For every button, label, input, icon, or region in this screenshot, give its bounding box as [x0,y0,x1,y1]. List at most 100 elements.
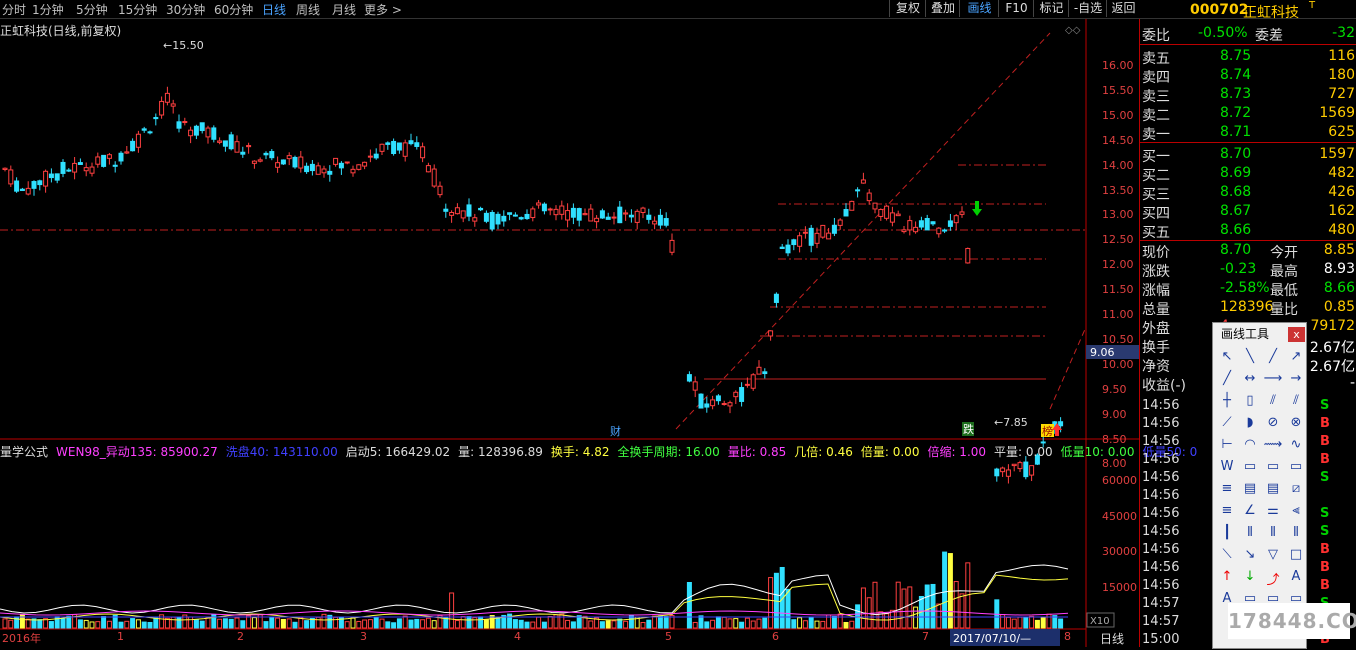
drawing-tool-icon[interactable]: ⟿ [1263,437,1283,455]
drawing-tool-icon[interactable]: ∠ [1240,503,1260,521]
volume-axis-label: 15000 [1102,580,1137,594]
volume-bar [298,617,304,629]
drawing-tool-icon[interactable]: ▤ [1263,481,1283,499]
drawing-tool-icon[interactable]: A [1286,569,1306,587]
period-tab[interactable]: 1分钟 [32,1,64,18]
drawing-tool-icon[interactable]: ┃ [1217,525,1237,543]
period-tab[interactable]: 15分钟 [118,1,157,18]
drawing-tool-icon[interactable]: ⟍ [1217,547,1237,565]
period-tab[interactable]: 30分钟 [166,1,205,18]
drawing-tool-icon[interactable]: ⫷ [1286,503,1306,521]
toolbar-button[interactable]: -自选 [1068,0,1107,17]
toolbar-button[interactable]: F10 [998,0,1034,17]
volume-bar [1017,616,1023,629]
drawing-tool-icon[interactable]: ⊘ [1263,415,1283,433]
price-axis-label: 11.50 [1102,283,1134,297]
kline-chart[interactable]: 跌 榜 财 ←15.50 ←7.85 9.06 ◇◇ 2017/07/10/— … [0,19,1139,647]
indicator-value: 倍量: 0.00 [860,445,920,459]
drawing-tool-icon[interactable]: ∿ [1286,437,1306,455]
drawing-tools-palette[interactable]: 画线工具 x ↖ ╲ ╱ ↗ ╱ ↔ ⟶ → ┼ ▯ ⫽ ⫽ ⟋ ◗ ⊘ ⊗ ⊢ ◠ ⟿ ∿ W ▭ ▭ ▭ ≡ ▤ ▤ ⧄ ≡ ∠ ⚌ ⫷ ┃… [1212,322,1307,649]
drawing-tool-icon[interactable]: ⊗ [1286,415,1306,433]
volume-bar [692,621,698,629]
toolbar-button[interactable]: 返回 [1106,0,1140,17]
volume-bar [414,618,420,629]
period-tab[interactable]: 60分钟 [214,1,253,18]
period-tab[interactable]: 更多 > [364,1,402,18]
close-icon[interactable]: x [1288,327,1305,342]
toolbar-button[interactable]: 叠加 [925,0,960,17]
volume-bar [530,621,536,629]
volume-bar [739,621,745,629]
drawing-tool-icon[interactable]: ⦀ [1240,525,1260,543]
drawing-tool-icon[interactable]: □ [1286,547,1306,565]
volume-bar [141,621,147,629]
drawing-tool-icon[interactable]: ▯ [1240,393,1260,411]
drawing-tool-icon[interactable]: W [1217,459,1237,477]
volume-bar [710,619,716,629]
drawing-tool-icon[interactable]: ▭ [1240,459,1260,477]
volume-bar [657,615,663,629]
candle-body [37,180,43,186]
drawing-tool-icon[interactable]: → [1286,371,1306,389]
drawing-tool-icon[interactable]: ⧄ [1286,481,1306,499]
candle-body [153,117,159,120]
drawing-tool-icon[interactable]: ≡ [1217,481,1237,499]
candle-body [95,156,101,165]
drawing-tool-icon[interactable]: ◠ [1240,437,1260,455]
drawing-tool-icon[interactable]: ⚌ [1263,503,1283,521]
drawing-tool-icon[interactable]: ▤ [1240,481,1260,499]
period-tab[interactable]: 日线 [262,1,286,18]
candle-body [112,164,118,167]
volume-bar [1046,613,1052,629]
drawing-tool-icon[interactable]: ↖ [1217,349,1237,367]
drawing-tool-icon[interactable]: ⫽ [1286,393,1306,411]
drawing-tool-icon[interactable]: ↗ [1286,349,1306,367]
down-arrow-icon [972,201,982,216]
candle-body [576,208,582,221]
toolbar-button[interactable]: 复权 [889,0,926,17]
weibi-row: 委比 -0.50% 委差 -32 [1142,25,1355,44]
drawing-tool-icon[interactable]: ↓ [1240,569,1260,587]
period-tab[interactable]: 周线 [296,1,320,18]
scroll-arrows[interactable]: ◇◇ [1065,25,1081,36]
volume-bar [1040,617,1046,629]
drawing-tool-icon[interactable]: ⊢ [1217,437,1237,455]
drawing-tool-icon[interactable]: ↑ [1217,569,1237,587]
period-tab[interactable]: 月线 [332,1,356,18]
volume-bar [2,618,8,629]
drawing-tool-icon[interactable]: ┼ [1217,393,1237,411]
drawing-tool-icon[interactable]: ╲ [1240,349,1260,367]
toolbar-button[interactable]: 标记 [1033,0,1069,17]
drawing-tool-icon[interactable]: ⟋ [1217,415,1237,433]
drawing-tool-icon[interactable]: ╱ [1217,371,1237,389]
candle-body [275,162,281,168]
drawing-tool-icon[interactable]: ⫽ [1263,393,1283,411]
drawing-tool-icon[interactable]: ▭ [1286,459,1306,477]
drawing-tool-icon[interactable]: ▭ [1263,459,1283,477]
volume-bar [60,618,66,629]
low-price-label: ←7.85 [994,416,1028,429]
period-tab[interactable]: 分时 [2,1,26,18]
candle-body [646,214,652,220]
toolbar-button[interactable]: 画线 [959,0,999,17]
svg-text:2017/07/10/—: 2017/07/10/— [953,632,1031,645]
drawing-tool-icon[interactable]: ⦀ [1286,525,1306,543]
candle-body [89,166,95,174]
candle-body [83,167,89,172]
drawing-tool-icon[interactable]: ↘ [1240,547,1260,565]
drawing-tool-icon[interactable]: ⤴ [1263,569,1283,588]
period-tab[interactable]: 5分钟 [76,1,108,18]
drawing-tool-icon[interactable]: ╱ [1263,349,1283,367]
drawing-tool-icon[interactable]: ↔ [1240,371,1260,389]
volume-bar [895,581,901,629]
candle-body [367,155,373,158]
candle-body [454,207,460,215]
drawing-tool-icon[interactable]: ⟶ [1263,371,1283,389]
candle-body [344,161,350,164]
drawing-tool-icon[interactable]: ⦀ [1263,525,1283,543]
volume-bar [222,618,228,629]
candle-body [536,202,542,206]
drawing-tool-icon[interactable]: ◗ [1240,415,1260,433]
drawing-tool-icon[interactable]: ▽ [1263,547,1283,565]
drawing-tool-icon[interactable]: ≡ [1217,503,1237,521]
